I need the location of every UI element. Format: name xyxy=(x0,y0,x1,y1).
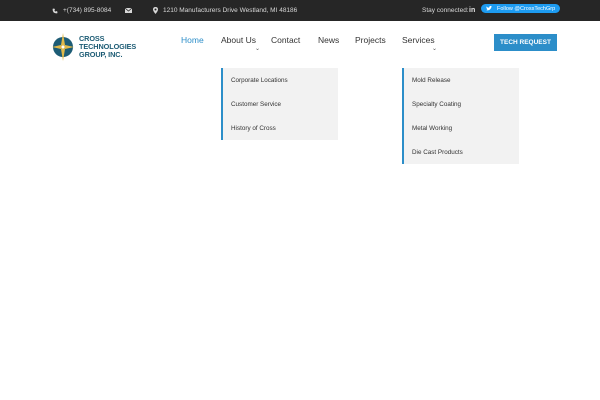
logo-wordmark: CROSS TECHNOLOGIES GROUP, INC. xyxy=(79,35,136,59)
twitter-follow-button[interactable]: Follow @CrossTechGrp xyxy=(481,4,561,13)
address-text: 1210 Manufacturers Drive Westland, MI 48… xyxy=(163,7,298,14)
phone-number: +(734) 895-8084 xyxy=(63,7,112,14)
phone-contact[interactable]: +(734) 895-8084 xyxy=(52,0,111,21)
tech-request-button[interactable]: TECH REQUEST xyxy=(494,34,557,51)
nav-about-us[interactable]: About Us xyxy=(221,35,256,49)
twitter-follow-label: Follow @CrossTechGrp xyxy=(497,5,556,12)
twitter-bird-icon xyxy=(486,6,492,11)
top-bar: +(734) 895-8084 1210 Manufacturers Drive… xyxy=(0,0,600,21)
nav-contact[interactable]: Contact xyxy=(271,35,300,49)
map-pin-icon xyxy=(153,7,158,14)
menu-item-mold-release[interactable]: Mold Release xyxy=(404,68,519,92)
compass-star-icon xyxy=(52,33,74,61)
menu-item-history-of-cross[interactable]: History of Cross xyxy=(223,116,338,140)
about-us-dropdown: Corporate Locations Customer Service His… xyxy=(221,68,338,140)
menu-item-corporate-locations[interactable]: Corporate Locations xyxy=(223,68,338,92)
menu-item-metal-working[interactable]: Metal Working xyxy=(404,116,519,140)
email-contact[interactable] xyxy=(125,0,132,21)
nav-projects[interactable]: Projects xyxy=(355,35,386,49)
menu-item-customer-service[interactable]: Customer Service xyxy=(223,92,338,116)
services-dropdown: Mold Release Specialty Coating Metal Wor… xyxy=(402,68,519,164)
company-logo[interactable]: CROSS TECHNOLOGIES GROUP, INC. xyxy=(51,31,141,63)
chevron-down-icon: ⌄ xyxy=(255,46,261,52)
chevron-down-icon: ⌄ xyxy=(432,46,438,52)
envelope-icon[interactable] xyxy=(125,8,132,13)
address: 1210 Manufacturers Drive Westland, MI 48… xyxy=(153,0,297,21)
nav-news[interactable]: News xyxy=(318,35,339,49)
stay-connected-label: Stay connected: xyxy=(422,7,469,14)
menu-item-specialty-coating[interactable]: Specialty Coating xyxy=(404,92,519,116)
menu-item-die-cast-products[interactable]: Die Cast Products xyxy=(404,140,519,164)
logo-line-3: GROUP, INC. xyxy=(79,50,123,59)
phone-icon xyxy=(52,8,58,14)
nav-services[interactable]: Services xyxy=(402,35,435,49)
linkedin-icon[interactable]: in xyxy=(469,0,475,21)
nav-home[interactable]: Home xyxy=(181,35,204,49)
